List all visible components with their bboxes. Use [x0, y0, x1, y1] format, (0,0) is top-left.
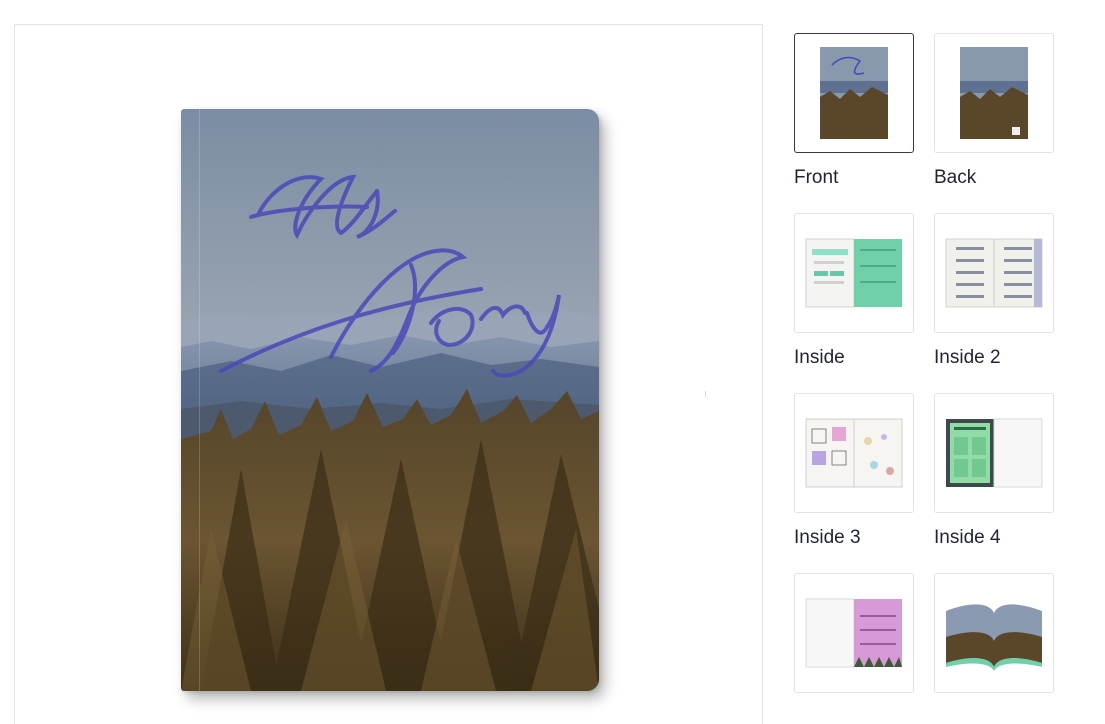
- thumbnail-inside-5-image[interactable]: [794, 573, 914, 693]
- thumbnail-inside[interactable]: Inside: [794, 213, 914, 369]
- open-book-inside-3-icon: [805, 418, 903, 488]
- thumbnail-inside-4[interactable]: Inside 4: [934, 393, 1054, 549]
- open-book-inside-icon: [805, 238, 902, 308]
- back-cover-mini-icon: [960, 47, 1028, 139]
- thumbnail-spread[interactable]: [934, 573, 1054, 707]
- thumbnail-inside-5[interactable]: [794, 573, 914, 707]
- thumbnail-spread-image[interactable]: [934, 573, 1054, 693]
- thumbnail-label: Inside 4: [934, 527, 1001, 548]
- open-book-inside-5-icon: [805, 598, 902, 668]
- book-spine: [199, 109, 200, 691]
- thumbnail-label: Inside: [794, 347, 845, 368]
- thumbnail-front[interactable]: Front: [794, 33, 914, 189]
- thumbnail-inside-3-image[interactable]: [794, 393, 914, 513]
- thumbnail-label: Inside 3: [794, 527, 861, 548]
- thumbnail-inside-2-image[interactable]: [934, 213, 1054, 333]
- divider-mark: [705, 391, 706, 397]
- thumbnail-inside-2[interactable]: Inside 2: [934, 213, 1054, 369]
- open-book-inside-2-icon: [945, 238, 1043, 308]
- thumbnail-inside-image[interactable]: [794, 213, 914, 333]
- thumbnail-label: Back: [934, 167, 977, 188]
- front-cover-mini-icon: [820, 47, 888, 139]
- open-book-inside-4-icon: [946, 418, 1043, 488]
- thumbnail-label: Inside 2: [934, 347, 1001, 368]
- main-preview-panel: [14, 24, 763, 724]
- notebook-cover-preview: [181, 109, 599, 691]
- cover-artwork: [181, 109, 599, 691]
- thumbnail-inside-4-image[interactable]: [934, 393, 1054, 513]
- thumbnail-back[interactable]: Back: [934, 33, 1054, 189]
- thumbnail-back-image[interactable]: [934, 33, 1054, 153]
- thumbnail-label: Front: [794, 167, 839, 188]
- thumbnail-front-image[interactable]: [794, 33, 914, 153]
- open-book-spread-icon: [946, 604, 1042, 671]
- thumbnail-inside-3[interactable]: Inside 3: [794, 393, 914, 549]
